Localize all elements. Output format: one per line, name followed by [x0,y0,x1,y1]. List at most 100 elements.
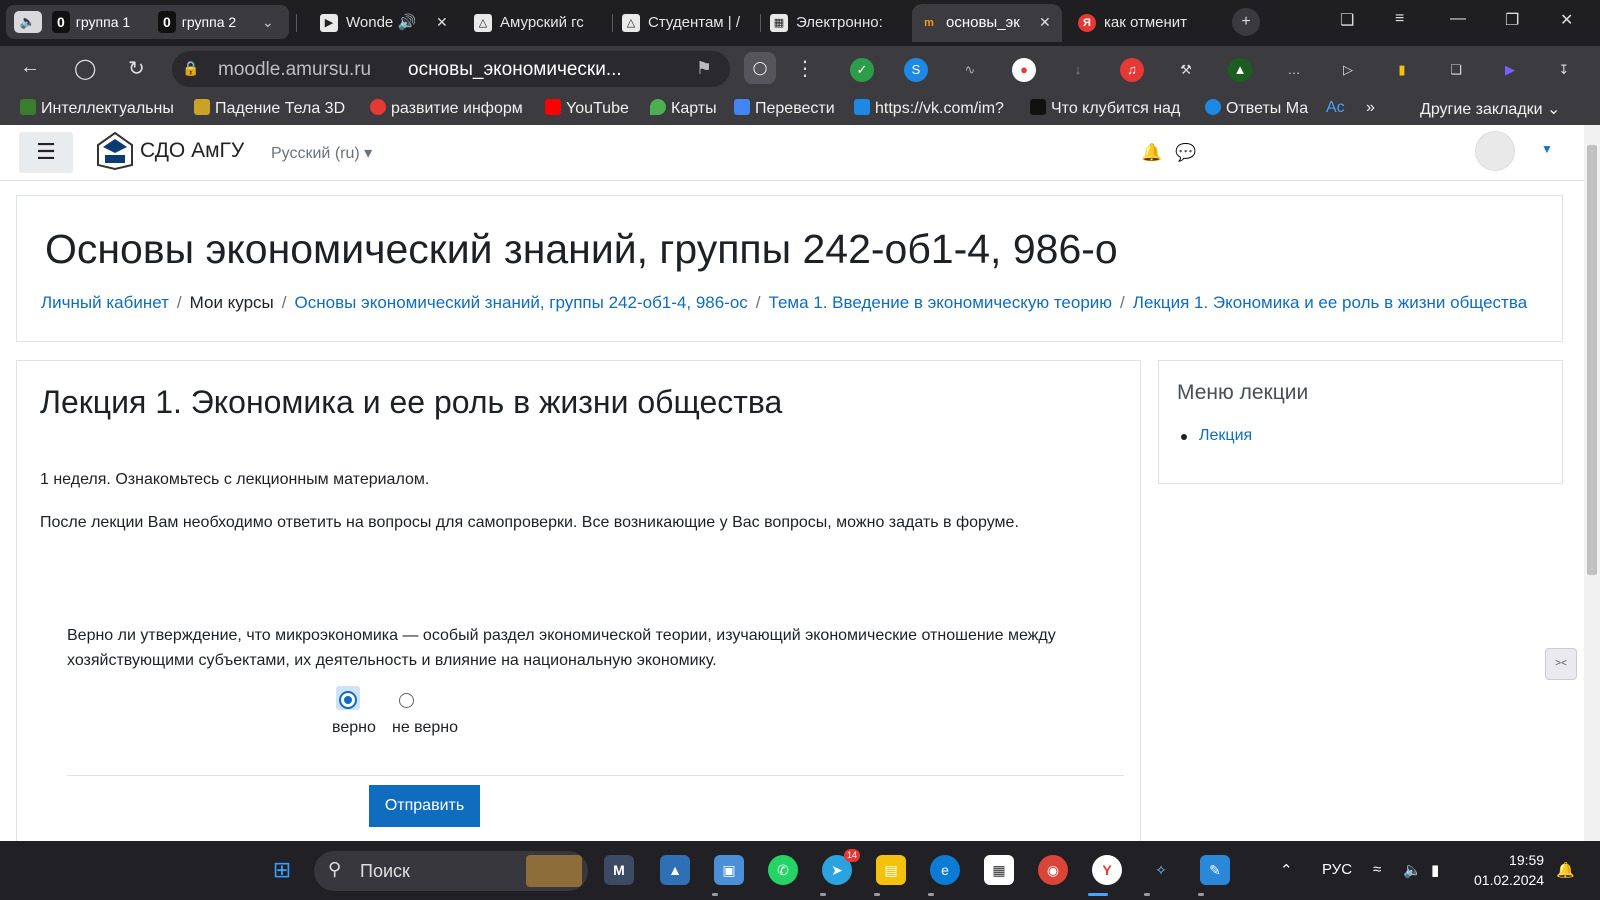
collections-icon[interactable]: ❏ [1340,10,1354,30]
volume-icon[interactable]: 🔈 [1403,861,1422,879]
store-icon[interactable]: ▦ [984,855,1014,885]
lock-icon: 🔒 [182,60,200,76]
tab-library[interactable]: ▦ Электронно: [762,4,904,42]
avatar[interactable] [1475,131,1515,171]
chevron-down-icon[interactable]: ⌄ [262,11,274,33]
tab-yandex[interactable]: Якак отменит [1070,4,1212,42]
more-extensions-icon[interactable]: … [1282,58,1306,82]
download-ext-icon[interactable]: ↓ [1066,58,1090,82]
chevron-up-icon[interactable]: ⌃ [1280,861,1293,879]
breadcrumb-dashboard[interactable]: Личный кабинет [41,293,169,312]
bookmark-item[interactable]: Карты [650,99,717,118]
chrome-icon[interactable]: ◉ [1038,855,1068,885]
amgu-logo[interactable] [96,131,134,171]
bookmarks-overflow[interactable]: » [1366,99,1375,117]
answer-false-radio[interactable] [399,693,414,708]
bookmark-item[interactable]: Перевести [734,99,835,118]
tab-wonde[interactable]: ▶ Wonde 🔊 [312,4,452,42]
bookmark-icon[interactable]: ⚑ [696,58,712,79]
tab-students[interactable]: △ Студентам | / [614,4,756,42]
telegram-icon[interactable]: ➤ 14 [822,849,860,885]
edge-icon[interactable]: e [930,855,960,885]
photos-icon[interactable]: ▲ [660,855,690,885]
answer-true-label[interactable]: верно [332,719,376,737]
feather-icon[interactable]: ✧ [1146,855,1176,885]
code-widget-icon[interactable]: >< [1545,648,1577,680]
windows-start-icon[interactable]: ⊞ [267,855,297,885]
music-icon[interactable]: ♫ [1120,58,1144,82]
bookmark-item[interactable]: https://vk.com/im? [854,99,1004,118]
tab-amur[interactable]: △ Амурский гс [466,4,608,42]
wrench-icon[interactable]: ⚒ [1174,58,1198,82]
taskbar-search[interactable]: ⚲ Поиск [314,851,588,891]
site-name[interactable]: СДО АмГУ [140,139,244,163]
battery-icon[interactable]: ▮ [1431,861,1439,879]
bookmark-item[interactable]: Интеллектуальны [20,99,174,118]
tab-group-2[interactable]: 0 группа 2 [158,11,236,33]
restore-icon[interactable]: ❐ [1505,10,1519,30]
bookmark-item[interactable]: Падение Тела 3D [194,99,345,118]
language-selector[interactable]: Русский (ru) ▾ [271,143,372,163]
close-tab-icon[interactable]: ✕ [1039,14,1051,31]
player-icon[interactable]: ▶ [1498,58,1522,82]
wifi-icon[interactable]: ≈ [1373,861,1381,878]
close-window-icon[interactable]: ✕ [1560,10,1573,30]
record-icon[interactable]: ● [1012,58,1036,82]
close-tab-icon[interactable]: ✕ [436,14,448,31]
speaker-icon[interactable]: 🔈 [14,11,42,33]
chat-icon[interactable]: 💬 [1175,143,1196,163]
paint-icon[interactable]: ✎ [1200,855,1230,885]
breadcrumb-my-courses: Мои курсы [189,293,274,312]
bookmark-item[interactable]: YouTube [545,99,629,118]
question-text: Верно ли утверждение, что микроэкономика… [67,627,1056,669]
address-bar[interactable]: 🔒 moodle.amursu.ru основы_экономически..… [172,51,730,87]
answer-false-label[interactable]: не верно [392,719,458,737]
folder-icon[interactable]: ▤ [876,855,906,885]
shield-icon[interactable]: ✓ [850,58,874,82]
notification-bell-icon[interactable]: 🔔 [1556,861,1575,879]
breadcrumb-separator: / [281,293,287,312]
bell-icon[interactable]: 🔔 [1141,143,1162,163]
clock[interactable]: 19:59 01.02.2024 [1474,850,1544,890]
whatsapp-icon[interactable]: ✆ [768,855,798,885]
hamburger-menu-icon[interactable]: ☰ [19,132,73,173]
submit-button[interactable]: Отправить [369,785,480,827]
caret-down-icon[interactable]: ▼ [1541,142,1553,156]
breadcrumb-lecture[interactable]: Лекция 1. Экономика и ее роль в жизни об… [1133,293,1527,312]
breadcrumb-topic[interactable]: Тема 1. Введение в экономическую теорию [769,293,1113,312]
audio-wave-icon[interactable]: ∿ [958,58,982,82]
bookmark-item[interactable]: Что клубится над [1030,99,1180,118]
input-language[interactable]: РУС [1322,861,1352,878]
lecture-menu-item[interactable]: Лекция [1199,427,1252,445]
reload-icon[interactable]: ↻ [128,56,145,81]
divider [67,775,1124,776]
breadcrumb-course[interactable]: Основы экономический знаний, группы 242-… [295,293,748,312]
page-scrollbar[interactable] [1584,125,1600,841]
scrollbar-thumb[interactable] [1587,145,1597,575]
downloads-icon[interactable]: ↧ [1552,58,1576,82]
m-app-icon[interactable]: M [604,855,634,885]
yandex-browser-icon[interactable]: Y [1092,855,1122,885]
alice-icon[interactable]: ◯ [744,52,776,84]
battery-ext-icon[interactable]: ▮ [1390,58,1414,82]
video-icon[interactable]: ▷ [1336,58,1360,82]
yandex-home-icon[interactable]: ◯ [74,56,96,81]
answer-true-radio[interactable] [339,691,357,709]
bookmark-item[interactable]: Ac [1326,99,1345,117]
skype-icon[interactable]: S [904,58,928,82]
play-icon: ▶ [320,14,338,32]
tab-group-1[interactable]: 0 группа 1 [52,11,130,33]
back-icon[interactable]: ← [20,56,40,79]
screen-icon[interactable]: ▣ [714,855,744,885]
minimize-icon[interactable]: — [1450,10,1466,28]
tab-strip: 🔈 0 группа 1 0 группа 2 ⌄ ▶ Wonde 🔊 ✕ △ Амур… [0,0,1600,46]
more-vertical-icon[interactable]: ⋮ [795,56,815,81]
bookmark-item[interactable]: Ответы Ма [1205,99,1308,118]
tree-icon[interactable]: ▲ [1228,58,1252,82]
books-icon [526,855,582,887]
other-bookmarks[interactable]: Другие закладки ⌄ [1420,99,1560,119]
bookmark-item[interactable]: развитие информ [370,99,523,118]
screenshot-icon[interactable]: ❏ [1444,58,1468,82]
menu-icon[interactable]: ≡ [1395,10,1404,28]
new-tab-icon[interactable]: + [1232,8,1260,36]
